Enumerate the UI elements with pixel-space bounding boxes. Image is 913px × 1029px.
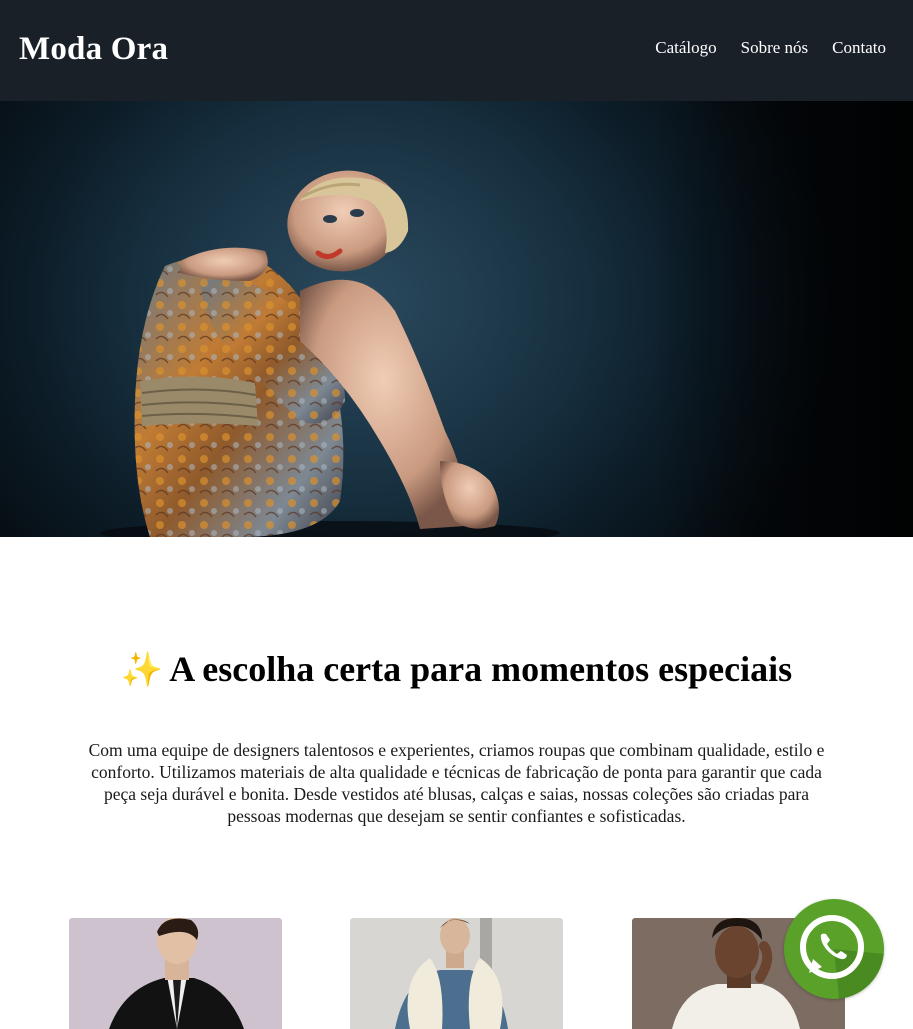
product-card-2[interactable]: [350, 918, 563, 1029]
brand-logo[interactable]: Moda Ora: [19, 31, 168, 68]
section-title: ✨ A escolha certa para momentos especiais: [0, 648, 913, 690]
site-header: Moda Ora Catálogo Sobre nós Contato: [0, 0, 913, 101]
sparkles-icon: ✨: [120, 650, 164, 690]
product-image-2: [350, 918, 563, 1029]
product-image-1: [69, 918, 282, 1029]
nav-catalogo[interactable]: Catálogo: [655, 38, 716, 58]
hero-banner: [0, 101, 913, 537]
product-card-1[interactable]: [69, 918, 282, 1029]
section-title-text: A escolha certa para momentos especiais: [169, 649, 793, 689]
whatsapp-icon: [800, 915, 884, 999]
whatsapp-button[interactable]: [784, 899, 884, 999]
nav-sobre-nos[interactable]: Sobre nós: [741, 38, 809, 58]
section-description: Com uma equipe de designers talentosos e…: [88, 740, 825, 826]
nav-contato[interactable]: Contato: [832, 38, 886, 58]
main-nav: Catálogo Sobre nós Contato: [655, 38, 886, 58]
hero-model-image: [100, 170, 560, 537]
